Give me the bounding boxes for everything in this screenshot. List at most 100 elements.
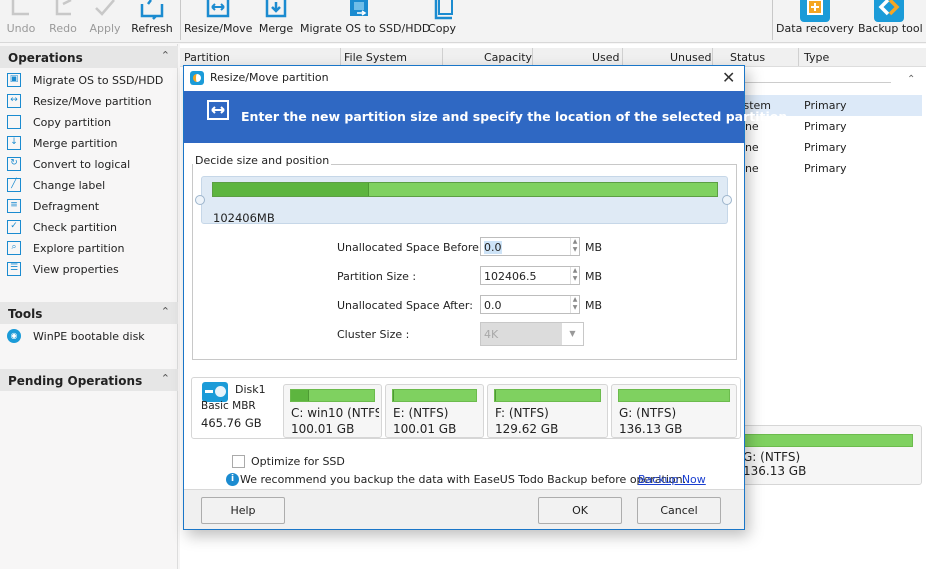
type-cell: Primary [804,99,847,112]
tools-section-header[interactable]: Tools ⌃ [0,302,178,324]
sidebar-item-label: Defragment [33,200,100,213]
disk-map: Disk1 Basic MBR 465.76 GB C: win10 (NTFS… [191,377,741,439]
sidebar-item-winpe-bootable-disk[interactable]: ◉ WinPE bootable disk [0,326,178,347]
data-recovery-button[interactable]: Data recovery [776,0,854,42]
help-button-label: Help [230,504,256,517]
sidebar-item-label: Merge partition [33,137,118,150]
sidebar-item-label: View properties [33,263,119,276]
spinner-arrows-icon[interactable]: ▲ ▼ [570,296,579,313]
sidebar: Operations ⌃ ▣ Migrate OS to SSD/HDD ↔ Resi… [0,44,178,569]
refresh-button[interactable]: Refresh [128,0,176,42]
unallocated-after-label: Unallocated Space After: [337,299,473,312]
column-header-unused[interactable]: Unused [670,51,711,64]
column-header-status[interactable]: Status [730,51,765,64]
winpe-disk-icon: ◉ [7,329,21,343]
partition-usage-bar [741,434,913,447]
undo-label: Undo [6,22,36,35]
disk-group-divider [745,82,891,83]
sidebar-item-explore-partition[interactable]: ⌕ Explore partition [0,238,178,259]
migrate-os-label: Migrate OS to SSD/HDD [300,22,431,35]
column-header-capacity[interactable]: Capacity [484,51,532,64]
sidebar-item-change-label[interactable]: ╱ Change label [0,175,178,196]
disk-name: Disk1 [235,383,266,396]
partition-bar[interactable] [212,182,718,197]
partition-size-value: 102406.5 [484,270,537,283]
disk-size: 465.76 GB [201,416,262,430]
type-cell: Primary [804,141,847,154]
sidebar-item-view-properties[interactable]: ☰ View properties [0,259,178,280]
sidebar-item-resize-move-partition[interactable]: ↔ Resize/Move partition [0,91,178,112]
ok-button[interactable]: OK [538,497,622,524]
spinner-arrows-icon[interactable]: ▲ ▼ [570,238,579,255]
copy-button[interactable]: Copy [424,0,460,42]
apply-button[interactable]: Apply [86,0,124,42]
resize-move-label: Resize/Move [184,22,253,35]
collapse-chevron-icon[interactable]: ⌃ [161,372,170,385]
table-row[interactable]: None Primary [730,158,922,179]
cluster-size-select[interactable]: 4K ▼ [480,322,584,346]
unit-label: MB [585,270,603,283]
label-icon: ╱ [7,178,21,192]
table-row[interactable]: None Primary [730,137,922,158]
migrate-os-button[interactable]: Migrate OS to SSD/HDD [300,0,431,42]
partition-resize-slider[interactable]: 102406MB [201,176,728,225]
toolbar-separator [180,0,181,40]
pending-operations-section-header[interactable]: Pending Operations ⌃ [0,369,178,391]
partition-card-e[interactable]: E: (NTFS) 100.01 GB [385,384,484,438]
cancel-button[interactable]: Cancel [637,497,721,524]
background-partition-card[interactable]: G: (NTFS) 136.13 GB [740,425,922,485]
partition-size-label: Partition Size : [337,270,417,283]
collapse-chevron-icon[interactable]: ⌃ [161,49,170,62]
dialog-banner: Enter the new partition size and specify… [184,91,792,143]
optimize-ssd-label[interactable]: Optimize for SSD [251,455,345,468]
apply-checkmark-icon [95,0,115,16]
right-resize-handle[interactable] [722,195,732,205]
partition-card-g[interactable]: G: (NTFS) 136.13 GB [611,384,737,438]
sidebar-item-label: Change label [33,179,106,192]
sidebar-item-migrate-os-to-ssd-hdd[interactable]: ▣ Migrate OS to SSD/HDD [0,70,178,91]
backup-tool-button[interactable]: Backup tool [858,0,923,42]
backup-now-link[interactable]: Backup Now [638,473,706,486]
partition-used-bar [393,390,394,401]
resize-icon: ↔ [7,94,21,108]
partition-card-f[interactable]: F: (NTFS) 129.62 GB [487,384,608,438]
collapse-chevron-icon[interactable]: ⌃ [161,305,170,318]
sidebar-item-convert-to-logical[interactable]: ↻ Convert to logical [0,154,178,175]
redo-label: Redo [49,22,77,35]
dialog-footer: Help OK Cancel [184,489,744,529]
left-resize-handle[interactable] [195,195,205,205]
close-icon[interactable]: ✕ [722,68,735,87]
partition-name: G: (NTFS) [743,450,801,464]
column-header-type[interactable]: Type [804,51,829,64]
redo-button[interactable]: Redo [44,0,82,42]
sidebar-item-copy-partition[interactable]: Copy partition [0,112,178,133]
help-button[interactable]: Help [201,497,285,524]
column-header-partition[interactable]: Partition [184,51,230,64]
sidebar-item-check-partition[interactable]: ✓ Check partition [0,217,178,238]
spinner-arrows-icon[interactable]: ▲ ▼ [570,267,579,284]
sidebar-item-merge-partition[interactable]: ↓ Merge partition [0,133,178,154]
partition-card-c[interactable]: C: win10 (NTFS) 100.01 GB [283,384,382,438]
merge-label: Merge [258,22,294,35]
chevron-down-icon[interactable]: ▼ [561,323,583,345]
cluster-size-label: Cluster Size : [337,328,410,341]
dialog-title-bar[interactable]: Resize/Move partition ✕ [184,66,744,90]
sidebar-item-label: Resize/Move partition [33,95,152,108]
merge-button[interactable]: Merge [256,0,296,42]
resize-move-icon [206,0,230,18]
operations-section-header[interactable]: Operations ⌃ [0,46,178,68]
resize-move-button[interactable]: Resize/Move [184,0,252,42]
unallocated-after-input[interactable]: 0.0 ▲ ▼ [480,295,580,314]
optimize-ssd-checkbox[interactable] [232,455,245,468]
unallocated-before-input[interactable]: 0.0 ▲ ▼ [480,237,580,256]
migrate-os-icon [350,0,368,16]
undo-button[interactable]: Undo [2,0,40,42]
partition-size-input[interactable]: 102406.5 ▲ ▼ [480,266,580,285]
column-header-file-system[interactable]: File System [344,51,407,64]
backup-tool-label: Backup tool [858,22,923,35]
partition-name: F: (NTFS) [495,406,549,420]
column-header-used[interactable]: Used [592,51,620,64]
backup-tool-icon [874,0,904,22]
collapse-chevron-icon[interactable]: ⌃ [907,74,915,85]
sidebar-item-defragment[interactable]: ≡ Defragment [0,196,178,217]
